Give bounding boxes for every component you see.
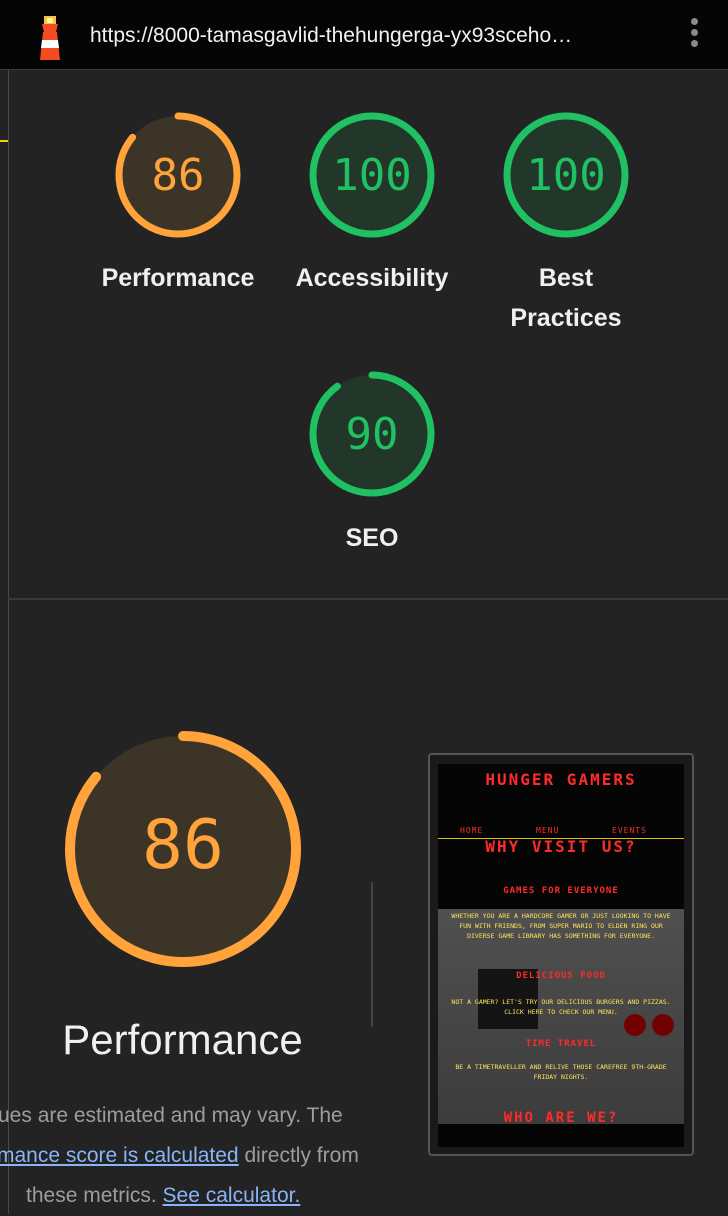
- kebab-menu-icon[interactable]: [686, 18, 702, 54]
- thumb-nav-item: HOME: [460, 826, 484, 835]
- scroll-marker: [0, 140, 8, 142]
- performance-label: Performance: [101, 264, 255, 292]
- performance-score: 86: [151, 150, 205, 201]
- performance-main-gauge: 86: [62, 728, 304, 970]
- description-line2-text: directly from: [238, 1144, 359, 1167]
- description-line1: ues are estimated and may vary. The: [0, 1104, 343, 1127]
- lighthouse-icon: [40, 16, 60, 60]
- description-line2: mance score is calculated directly from: [0, 1136, 359, 1176]
- performance-main-score: 86: [142, 806, 224, 885]
- best-practices-label-line1: Best: [538, 264, 594, 292]
- seo-gauge[interactable]: 90: [307, 369, 437, 499]
- thumb-section1-text: WHETHER YOU ARE A HARDCORE GAMER OR JUST…: [451, 912, 671, 940]
- controller-button: [624, 1014, 646, 1036]
- controller-button: [652, 1014, 674, 1036]
- panel-border: [8, 70, 9, 1214]
- thumb-nav-item: EVENTS: [612, 826, 647, 835]
- description-line3: these metrics. See calculator.: [26, 1176, 300, 1216]
- thumb-section1-title: GAMES FOR EVERYONE: [503, 886, 619, 896]
- seo-label: SEO: [345, 524, 399, 552]
- performance-gauge[interactable]: 86: [113, 110, 243, 240]
- thumb-nav-item: MENU: [536, 826, 560, 835]
- browser-toolbar: https://8000-tamasgavlid-thehungerga-yx9…: [0, 0, 728, 70]
- thumbnail-content: HUNGER GAMERS HOME MENU EVENTS WHY VISIT…: [438, 764, 684, 1147]
- thumb-footer-heading: WHO ARE WE?: [503, 1110, 619, 1126]
- thumb-section2-title: DELICIOUS FOOD: [516, 971, 606, 981]
- thumb-section3-title: TIME TRAVEL: [525, 1039, 597, 1049]
- section-divider: [8, 598, 728, 600]
- best-practices-gauge[interactable]: 100: [501, 110, 631, 240]
- description-line3-text: these metrics.: [26, 1184, 163, 1207]
- best-practices-label-line2: Practices: [510, 304, 622, 332]
- performance-title: Performance: [62, 1016, 303, 1063]
- vertical-separator: [371, 882, 373, 1027]
- thumb-section2-text: NOT A GAMER? LET'S TRY OUR DELICIOUS BUR…: [451, 998, 671, 1016]
- score-calculation-link[interactable]: mance score is calculated: [0, 1144, 239, 1167]
- page-screenshot-thumbnail[interactable]: HUNGER GAMERS HOME MENU EVENTS WHY VISIT…: [428, 753, 694, 1156]
- best-practices-label: Best Practices: [466, 258, 666, 338]
- thumb-heading: WHY VISIT US?: [485, 837, 637, 856]
- see-calculator-link[interactable]: See calculator.: [163, 1184, 301, 1207]
- url-text[interactable]: https://8000-tamasgavlid-thehungerga-yx9…: [90, 24, 670, 48]
- best-practices-score: 100: [526, 150, 606, 201]
- accessibility-score: 100: [332, 150, 412, 201]
- thumb-title: HUNGER GAMERS: [485, 770, 637, 789]
- thumb-section3-text: BE A TIMETRAVELLER AND RELIVE THOSE CARE…: [455, 1063, 667, 1081]
- seo-score: 90: [345, 409, 399, 460]
- accessibility-gauge[interactable]: 100: [307, 110, 437, 240]
- accessibility-label: Accessibility: [295, 264, 449, 292]
